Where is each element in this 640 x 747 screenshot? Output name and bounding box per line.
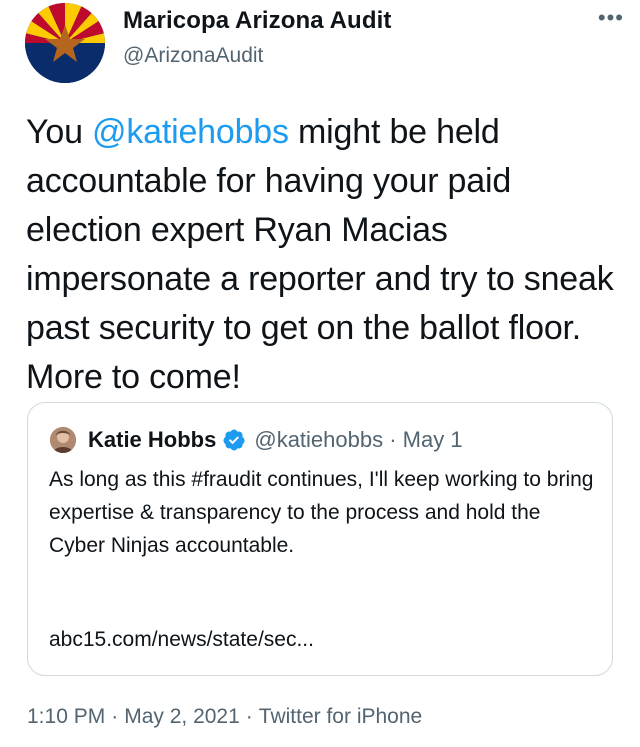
meta-separator: ·	[111, 705, 119, 728]
author-display-name[interactable]: Maricopa Arizona Audit	[123, 6, 391, 36]
tweet-text-body: might be held accountable for having you…	[26, 113, 614, 396]
tweet-text: You @katiehobbs might be held accountabl…	[26, 108, 626, 402]
tweet-text-prefix: You	[26, 113, 93, 151]
arizona-flag-icon	[25, 3, 105, 83]
quoted-handle-date[interactable]: @katiehobbs · May 1	[254, 425, 462, 455]
tweet-metadata: 1:10 PM · May 2, 2021 · Twitter for iPhone	[27, 702, 422, 732]
more-options-icon[interactable]: •••	[598, 7, 624, 29]
mention-link[interactable]: @katiehobbs	[92, 113, 289, 151]
quoted-tweet-card[interactable]: Katie Hobbs @katiehobbs · May 1 As long …	[27, 402, 613, 676]
portrait-avatar-icon	[50, 427, 76, 453]
tweet-time[interactable]: 1:10 PM	[27, 705, 105, 728]
tweet-date[interactable]: May 2, 2021	[124, 705, 240, 728]
quoted-tweet-link[interactable]: abc15.com/news/state/sec...	[49, 625, 314, 655]
author-avatar[interactable]	[25, 3, 105, 83]
meta-separator: ·	[245, 705, 253, 728]
author-block: Maricopa Arizona Audit @ArizonaAudit	[123, 6, 391, 70]
author-handle[interactable]: @ArizonaAudit	[123, 42, 391, 70]
quoted-tweet-text: As long as this #fraudit continues, I'll…	[49, 468, 594, 557]
tweet-source[interactable]: Twitter for iPhone	[259, 705, 422, 728]
verified-badge-icon	[222, 428, 246, 452]
quoted-author-avatar[interactable]	[50, 427, 76, 453]
quoted-author-name[interactable]: Katie Hobbs	[88, 425, 216, 455]
quoted-tweet-header: Katie Hobbs @katiehobbs · May 1	[88, 425, 463, 455]
